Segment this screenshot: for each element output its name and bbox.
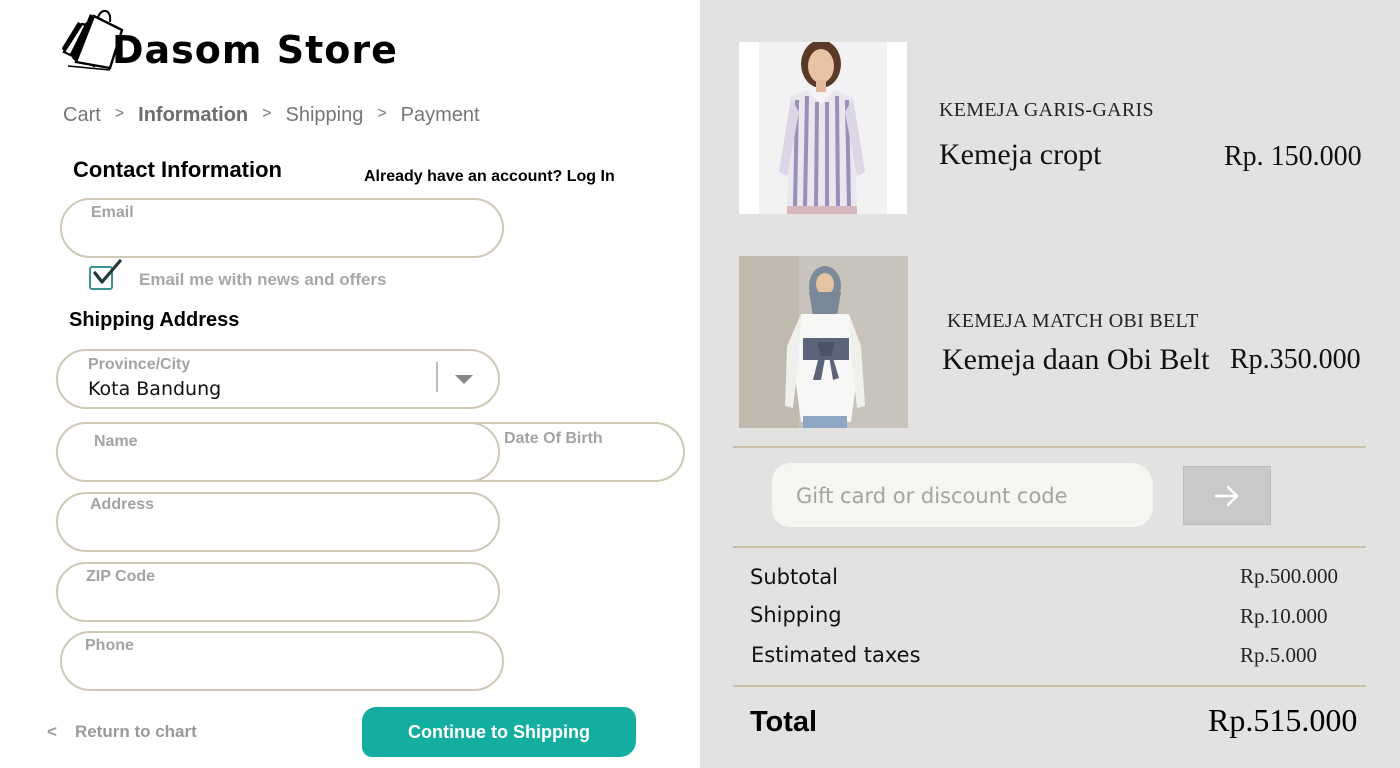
chevron-down-icon[interactable] — [455, 375, 473, 384]
return-to-cart-link[interactable]: < Return to chart — [47, 722, 197, 742]
shipping-heading: Shipping Address — [69, 309, 240, 331]
address-field[interactable]: Address — [56, 492, 500, 552]
discount-code-placeholder: Gift card or discount code — [796, 484, 1068, 508]
divider — [733, 546, 1366, 548]
product-2-price: Rp.350.000 — [1230, 344, 1361, 375]
breadcrumb-separator: > — [262, 105, 272, 122]
breadcrumb-payment[interactable]: Payment — [401, 104, 480, 127]
subtotal-label: Subtotal — [750, 565, 838, 589]
apply-discount-button[interactable] — [1183, 466, 1271, 525]
continue-to-shipping-button[interactable]: Continue to Shipping — [362, 707, 636, 757]
phone-field[interactable]: Phone — [60, 631, 504, 691]
name-label: Name — [94, 433, 138, 450]
province-label: Province/City — [88, 356, 191, 373]
email-field[interactable]: Email — [60, 198, 504, 258]
zip-label: ZIP Code — [86, 568, 156, 585]
province-value: Kota Bandung — [88, 378, 222, 400]
breadcrumb-separator: > — [114, 105, 125, 122]
product-2-name: Kemeja daan Obi Belt — [942, 343, 1210, 376]
zip-field[interactable]: ZIP Code — [56, 562, 500, 622]
product-image-striped-shirt — [739, 42, 907, 214]
chevron-left-icon: < — [47, 722, 57, 741]
breadcrumb-cart[interactable]: Cart — [63, 104, 101, 127]
subtotal-value: Rp.500.000 — [1240, 564, 1339, 588]
store-name: Dasom Store — [112, 28, 398, 72]
breadcrumb-separator: > — [377, 105, 387, 122]
phone-label: Phone — [85, 637, 134, 654]
shipping-label: Shipping — [750, 603, 842, 627]
product-1-name: Kemeja cropt — [939, 138, 1102, 171]
discount-code-input[interactable]: Gift card or discount code — [772, 463, 1153, 527]
address-label: Address — [90, 496, 155, 513]
contact-heading: Contact Information — [73, 157, 282, 182]
breadcrumb-information[interactable]: Information — [138, 104, 248, 127]
taxes-label: Estimated taxes — [751, 643, 921, 667]
login-link[interactable]: Already have an account? Log In — [364, 168, 615, 186]
product-2-category: KEMEJA MATCH OBI BELT — [947, 310, 1199, 332]
divider — [733, 446, 1366, 448]
email-label: Email — [91, 204, 134, 221]
taxes-value: Rp.5.000 — [1240, 643, 1318, 667]
divider — [733, 685, 1366, 687]
store-logo[interactable]: Dasom Store — [60, 6, 397, 72]
breadcrumb: Cart > Information > Shipping > Payment — [63, 104, 480, 127]
total-label: Total — [750, 706, 818, 738]
product-image-obi-belt-shirt — [739, 256, 908, 428]
checkmark-icon — [93, 259, 122, 284]
product-1-category: KEMEJA GARIS-GARIS — [939, 99, 1154, 121]
province-select[interactable]: Province/City Kota Bandung — [56, 349, 500, 409]
breadcrumb-shipping[interactable]: Shipping — [285, 104, 363, 127]
name-field[interactable]: Name — [56, 422, 500, 482]
select-divider — [436, 362, 438, 392]
product-1-price: Rp. 150.000 — [1224, 141, 1362, 172]
return-label: Return to chart — [74, 722, 197, 741]
arrow-right-icon — [1214, 485, 1239, 506]
total-value: Rp.515.000 — [1208, 702, 1358, 738]
newsletter-label: Email me with news and offers — [139, 270, 387, 289]
shipping-value: Rp.10.000 — [1240, 604, 1328, 628]
dob-label: Date Of Birth — [504, 430, 603, 447]
